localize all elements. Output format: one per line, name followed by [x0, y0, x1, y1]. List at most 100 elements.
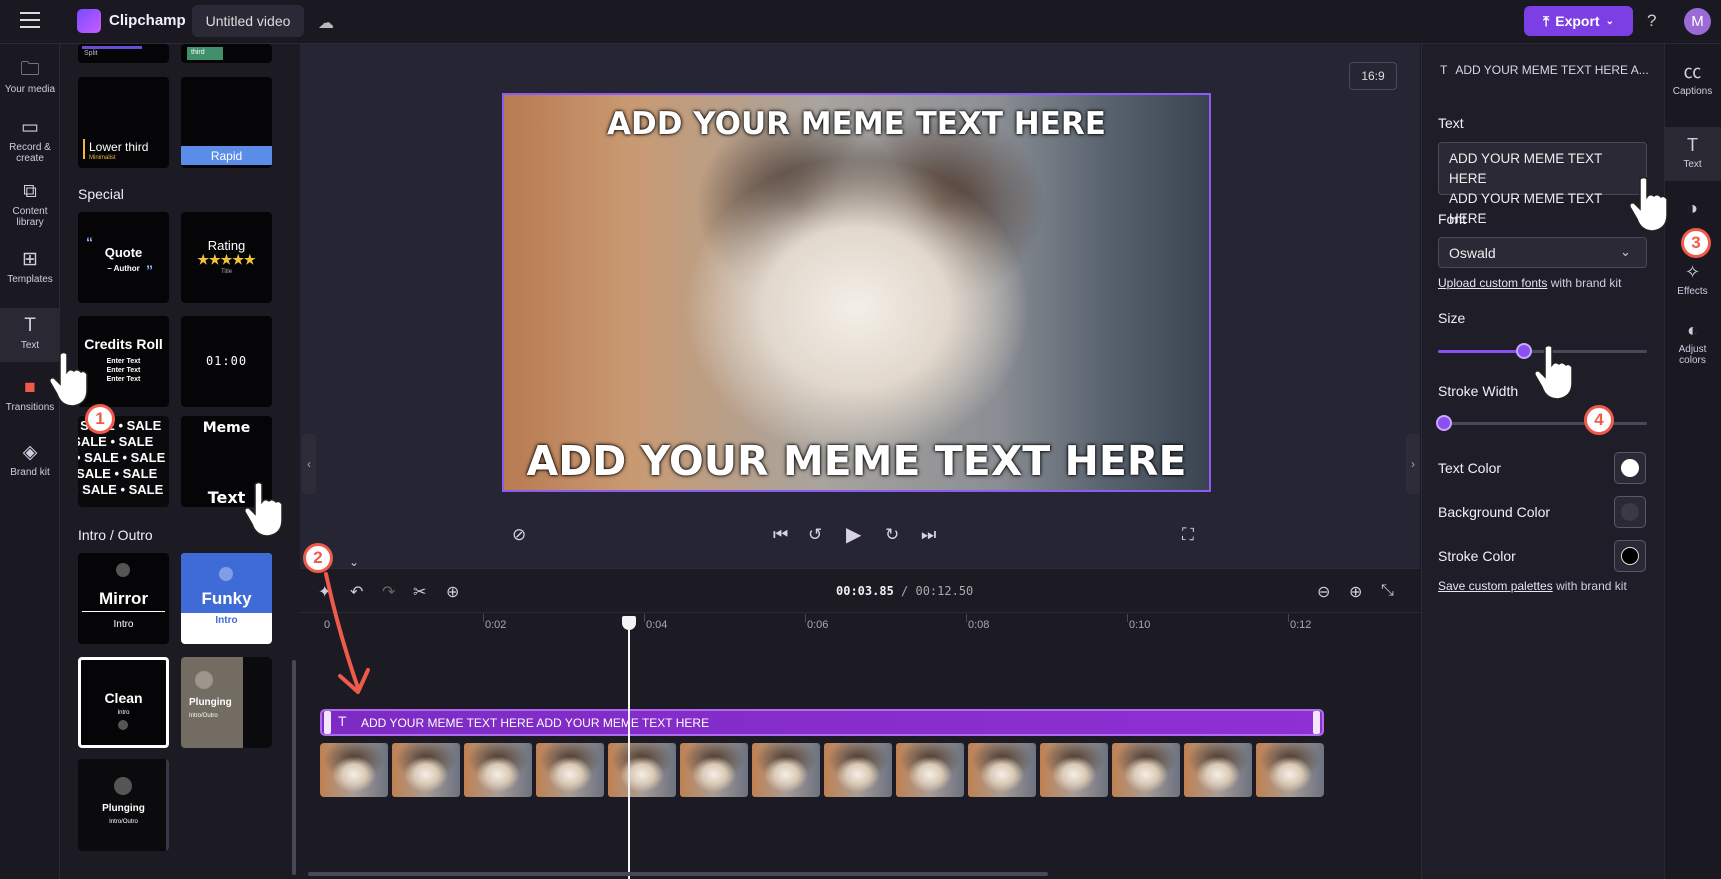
video-thumbnail [1040, 743, 1108, 797]
panel-scrollbar[interactable] [292, 660, 296, 875]
video-thumbnail [464, 743, 532, 797]
meme-top-text[interactable]: ADD YOUR MEME TEXT HERE [504, 106, 1209, 142]
forward-5s-icon[interactable]: ↻ [885, 525, 899, 545]
menu-icon[interactable] [20, 12, 40, 30]
rnav-adjust-colors[interactable]: ◐ Adjust colors [1664, 320, 1721, 366]
tile-lower-third-green[interactable]: third [181, 44, 272, 63]
tile-mirror[interactable]: Mirror Intro [78, 553, 169, 644]
nav-templates[interactable]: ⊞ Templates [0, 250, 60, 286]
tick-label: 0:08 [968, 619, 990, 631]
quote-close-icon: ” [146, 262, 153, 278]
tick-label: 0:10 [1129, 619, 1151, 631]
avatar-placeholder-icon [118, 720, 128, 730]
split-scissors-icon[interactable]: ✂ [413, 582, 426, 602]
skip-forward-icon[interactable]: ⏭ [921, 525, 936, 545]
text-color-swatch[interactable] [1614, 452, 1646, 484]
tile-plunging[interactable]: Plunging Intro/Outro [181, 657, 272, 748]
tile-timer[interactable]: 01:00 [181, 316, 272, 407]
nav-content-library[interactable]: ⧉ Content library [0, 181, 60, 229]
size-slider-thumb[interactable] [1515, 343, 1532, 359]
tick-label: 0:12 [1290, 619, 1312, 631]
playhead-handle[interactable] [622, 616, 636, 630]
text-content-field[interactable]: ADD YOUR MEME TEXT HERE ADD YOUR MEME TEX… [1438, 142, 1647, 226]
upload-fonts-text: Upload custom fonts with brand kit [1438, 276, 1622, 290]
playhead[interactable] [628, 618, 630, 879]
tick-mark [966, 614, 967, 622]
font-select[interactable]: Oswald [1438, 237, 1647, 268]
section-special: Special [78, 186, 124, 202]
tile-clean[interactable]: Clean Intro [78, 657, 169, 748]
captions-icon: ㏄ [1683, 62, 1702, 82]
add-clip-icon[interactable]: ⊕ [446, 582, 459, 602]
chevron-down-icon[interactable]: ⌄ [349, 555, 359, 569]
size-slider-fill [1438, 350, 1524, 353]
redo-icon[interactable]: ↷ [382, 582, 395, 602]
pointer-hand-icon [244, 481, 283, 536]
fullscreen-icon[interactable]: ⛶ [1182, 525, 1194, 545]
tick-label: 0:02 [485, 619, 507, 631]
clip-trim-handle-left[interactable] [324, 711, 331, 734]
filters-icon: ◑ [1687, 198, 1698, 218]
clip-trim-handle-right[interactable] [1313, 711, 1320, 734]
upload-icon: ⤒ [1543, 12, 1550, 29]
play-icon[interactable]: ▶ [846, 522, 861, 547]
project-name-field[interactable]: Untitled video [192, 5, 304, 37]
help-icon[interactable]: ? [1647, 11, 1656, 31]
rewind-5s-icon[interactable]: ↺ [808, 525, 822, 545]
aspect-ratio-button[interactable]: 16:9 [1349, 62, 1397, 90]
background-color-swatch[interactable] [1614, 496, 1646, 528]
step-badge-1: 1 [85, 404, 115, 434]
video-thumbnail [536, 743, 604, 797]
stroke-color-label: Stroke Color [1438, 548, 1516, 564]
hide-preview-icon[interactable]: ⊘ [512, 525, 526, 545]
export-button[interactable]: ⤒ Export ⌄ [1524, 6, 1633, 36]
rnav-text[interactable]: T Text [1664, 127, 1721, 181]
tick-label: 0:04 [646, 619, 668, 631]
avatar[interactable]: M [1684, 8, 1711, 35]
chevron-right-icon: › [1411, 457, 1415, 471]
fit-timeline-icon[interactable]: ⤡ [1381, 582, 1394, 600]
timeline-ruler[interactable] [300, 612, 1420, 642]
step-badge-3: 3 [1681, 228, 1711, 258]
library-icon: ⧉ [23, 181, 37, 202]
rnav-filters[interactable]: ◑ [1664, 198, 1721, 222]
avatar-placeholder-icon [195, 671, 213, 689]
skip-back-icon[interactable]: ⏮ [773, 525, 788, 545]
save-palettes-link[interactable]: Save custom palettes [1438, 579, 1553, 593]
tile-funky[interactable]: Funky Intro [181, 553, 272, 644]
video-thumbnail [680, 743, 748, 797]
zoom-in-icon[interactable]: ⊕ [1349, 582, 1362, 602]
zoom-out-icon[interactable]: ⊖ [1317, 582, 1330, 602]
video-clip[interactable] [320, 743, 1324, 797]
current-time: 00:03.85 [836, 584, 894, 598]
video-thumbnail [896, 743, 964, 797]
tick-mark [805, 614, 806, 622]
stroke-slider-thumb[interactable] [1436, 415, 1452, 431]
timeline-scrollbar[interactable] [308, 872, 1048, 876]
nav-your-media[interactable]: 🗀 Your media [0, 60, 60, 96]
tile-quote[interactable]: “Quote – Author” [78, 212, 169, 303]
tile-rapid[interactable]: Rapid [181, 77, 272, 168]
tick-mark [1127, 614, 1128, 622]
stroke-color-swatch[interactable] [1614, 540, 1646, 572]
nav-brand-kit[interactable]: ◈ Brand kit [0, 443, 60, 479]
rnav-captions[interactable]: ㏄ Captions [1664, 62, 1721, 97]
rnav-effects[interactable]: ✧ Effects [1664, 262, 1721, 297]
tile-credits-roll[interactable]: Credits Roll Enter Text Enter Text Enter Te… [78, 316, 169, 407]
tile-split[interactable]: Split [78, 44, 169, 63]
text-clip-label: ADD YOUR MEME TEXT HERE ADD YOUR MEME TE… [361, 716, 710, 730]
video-preview[interactable]: ADD YOUR MEME TEXT HERE ADD YOUR MEME TE… [502, 93, 1211, 492]
collapse-left-panel-button[interactable]: ‹ [302, 434, 316, 494]
video-thumbnail [392, 743, 460, 797]
upload-fonts-link[interactable]: Upload custom fonts [1438, 276, 1547, 290]
tile-plunging-2[interactable]: Plunging Intro/Outro [78, 759, 169, 851]
collapse-right-panel-button[interactable]: › [1406, 434, 1420, 494]
nav-record-create[interactable]: ▭ Record & create [0, 118, 60, 165]
tile-rating[interactable]: Rating ★★★★★ Title [181, 212, 272, 303]
meme-bottom-text[interactable]: ADD YOUR MEME TEXT HERE [504, 437, 1209, 485]
stroke-slider-track[interactable] [1438, 422, 1647, 425]
chevron-down-icon: ⌄ [1620, 244, 1631, 259]
cloud-off-icon: ☁ [318, 15, 334, 32]
tick-mark [1288, 614, 1289, 622]
tile-lower-third[interactable]: Lower third Minimalist [78, 77, 169, 168]
